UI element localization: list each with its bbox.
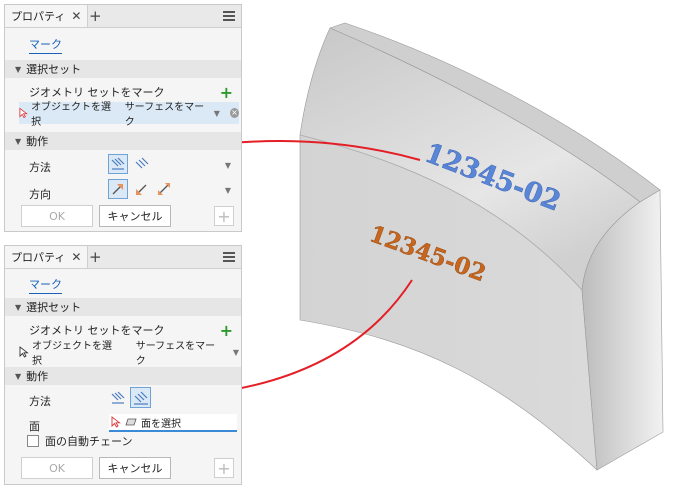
surface-mark-dropdown[interactable]: サーフェスをマーク: [125, 98, 206, 128]
geometry-label: ジオメトリ セットをマーク: [29, 324, 165, 337]
add-geometry-icon[interactable]: +: [220, 83, 233, 102]
hamburger-menu-icon[interactable]: [223, 11, 235, 23]
properties-panel-bottom: プロパティ ✕ + マーク ▼ 選択セット ジオメトリ セットをマーク + オブ…: [4, 245, 242, 485]
close-icon[interactable]: ✕: [71, 9, 81, 23]
tab-properties[interactable]: プロパティ ✕: [5, 5, 89, 27]
chevron-down-icon[interactable]: ▼: [233, 348, 239, 357]
mark-link[interactable]: マーク: [29, 36, 62, 54]
object-select-row[interactable]: オブジェクトを選択 サーフェスをマーク ▼ ×: [19, 102, 239, 128]
project-method-icon[interactable]: [133, 155, 151, 173]
direction-default-icon[interactable]: [108, 179, 128, 199]
ok-button[interactable]: OK: [21, 457, 93, 479]
auto-chain-row[interactable]: 面の自動チェーン: [27, 434, 241, 448]
project-method-icon[interactable]: [130, 387, 151, 408]
method-label: 方法: [29, 161, 51, 174]
engrave-method-icon[interactable]: [109, 389, 127, 407]
apply-plus-icon[interactable]: +: [214, 458, 234, 478]
face-select-field[interactable]: 面を選択: [109, 414, 237, 432]
tab-title: プロパティ: [11, 10, 66, 23]
close-icon[interactable]: ✕: [71, 250, 81, 264]
chevron-down-icon[interactable]: ▼: [225, 161, 231, 170]
section-title: 動作: [26, 370, 49, 383]
cancel-button[interactable]: キャンセル: [99, 457, 171, 479]
section-selection-set[interactable]: ▼ 選択セット: [5, 298, 241, 316]
cursor-arrow-icon: [19, 346, 29, 358]
section-title: 選択セット: [26, 63, 82, 76]
tab-title: プロパティ: [11, 251, 66, 264]
properties-panel-top: プロパティ ✕ + マーク ▼ 選択セット ジオメトリ セットをマーク + オブ…: [4, 4, 242, 232]
section-title: 動作: [26, 135, 49, 148]
section-selection-set[interactable]: ▼ 選択セット: [5, 60, 241, 78]
face-select-label: 面を選択: [141, 418, 181, 430]
direction-flip-icon[interactable]: [133, 180, 151, 198]
apply-plus-icon[interactable]: +: [214, 206, 234, 226]
direction-both-icon[interactable]: [155, 180, 173, 198]
collapse-triangle-icon: ▼: [15, 136, 22, 146]
collapse-triangle-icon: ▼: [15, 371, 22, 381]
mark-link[interactable]: マーク: [29, 276, 62, 294]
add-tab-icon[interactable]: +: [89, 7, 102, 25]
direction-label: 方向: [29, 188, 51, 201]
section-title: 選択セット: [26, 301, 82, 314]
face-icon: [125, 418, 137, 426]
object-select-row[interactable]: オブジェクトを選択 サーフェスをマーク ▼: [19, 341, 239, 367]
surface-mark-dropdown[interactable]: サーフェスをマーク: [136, 337, 225, 367]
ok-button[interactable]: OK: [21, 205, 93, 227]
cursor-arrow-icon: [111, 416, 121, 428]
auto-chain-checkbox[interactable]: [27, 435, 39, 447]
method-label: 方法: [29, 395, 51, 408]
panel-tabbar: プロパティ ✕ +: [5, 246, 241, 269]
engrave-method-icon[interactable]: [108, 154, 128, 174]
object-select-label: オブジェクトを選択: [31, 102, 112, 128]
add-tab-icon[interactable]: +: [89, 248, 102, 266]
chevron-down-icon[interactable]: ▼: [225, 186, 231, 195]
object-select-label: オブジェクトを選択: [31, 341, 112, 367]
cancel-button[interactable]: キャンセル: [99, 205, 171, 227]
auto-chain-label: 面の自動チェーン: [45, 435, 133, 448]
cursor-arrow-icon: [19, 107, 28, 119]
remove-icon[interactable]: ×: [229, 108, 239, 118]
chevron-down-icon[interactable]: ▼: [214, 109, 220, 118]
face-label: 面: [29, 420, 40, 433]
section-action[interactable]: ▼ 動作: [5, 367, 241, 385]
hamburger-menu-icon[interactable]: [223, 252, 235, 264]
section-action[interactable]: ▼ 動作: [5, 132, 241, 150]
tab-properties[interactable]: プロパティ ✕: [5, 246, 89, 268]
collapse-triangle-icon: ▼: [15, 64, 22, 74]
panel-tabbar: プロパティ ✕ +: [5, 5, 241, 28]
collapse-triangle-icon: ▼: [15, 302, 22, 312]
